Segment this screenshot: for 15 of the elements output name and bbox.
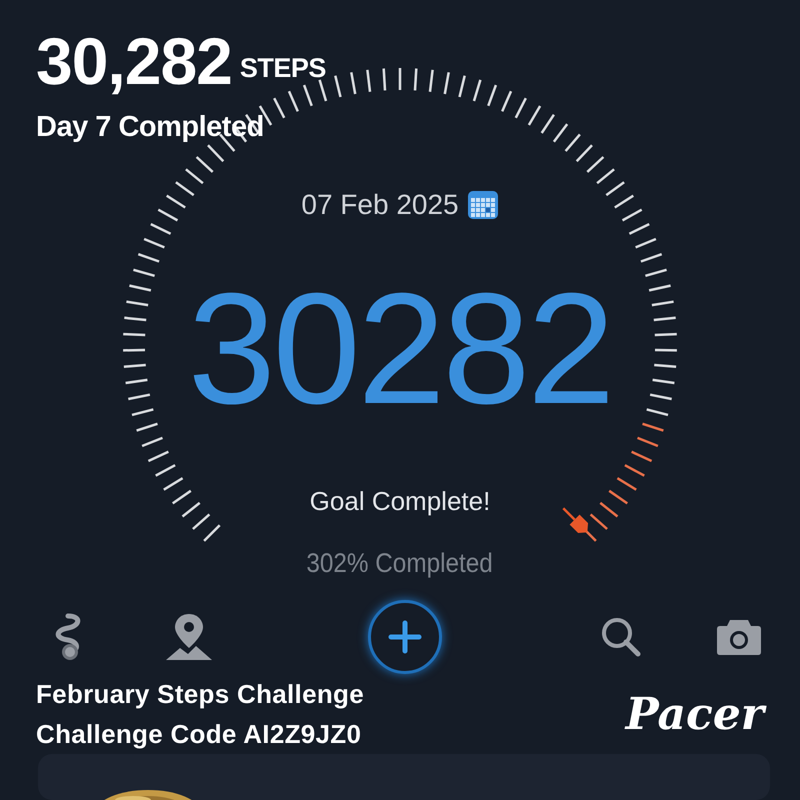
- date-label: 07 Feb 2025: [301, 188, 459, 222]
- steps-label: STEPS: [240, 52, 326, 84]
- step-count: 30282: [188, 270, 612, 428]
- challenge-code: Challenge Code AI2Z9JZ0: [36, 718, 362, 751]
- calendar-icon[interactable]: [466, 190, 499, 220]
- map-pin-icon[interactable]: [164, 612, 214, 662]
- plus-icon: [388, 620, 422, 654]
- step-total: 30,282: [36, 28, 232, 94]
- completion-percent: 302% Completed: [306, 546, 494, 580]
- camera-icon[interactable]: [716, 618, 762, 656]
- brand-logo: Pacer: [626, 682, 764, 748]
- add-button[interactable]: [368, 600, 442, 674]
- search-icon[interactable]: [600, 616, 642, 658]
- challenge-title: February Steps Challenge: [36, 678, 364, 711]
- goal-status: Goal Complete!: [310, 484, 490, 518]
